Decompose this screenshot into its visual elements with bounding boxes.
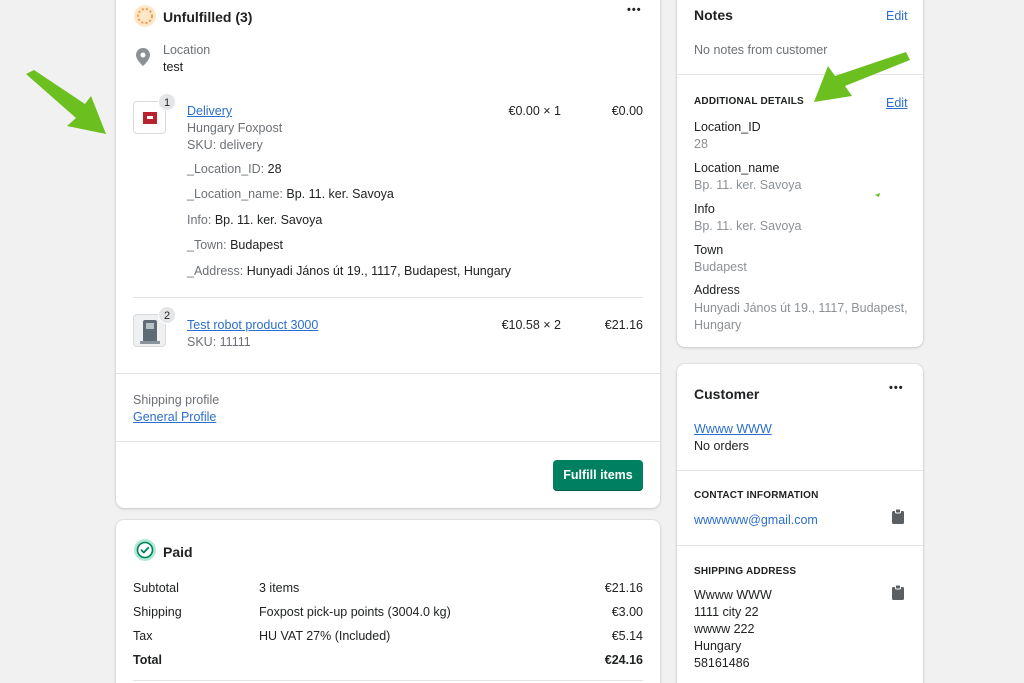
annotation-arrow-left-shape: [26, 70, 106, 134]
annotation-arrow-right-shape: [814, 52, 910, 102]
annotation-dot: [875, 193, 880, 197]
annotation-arrow-left: [26, 52, 910, 197]
